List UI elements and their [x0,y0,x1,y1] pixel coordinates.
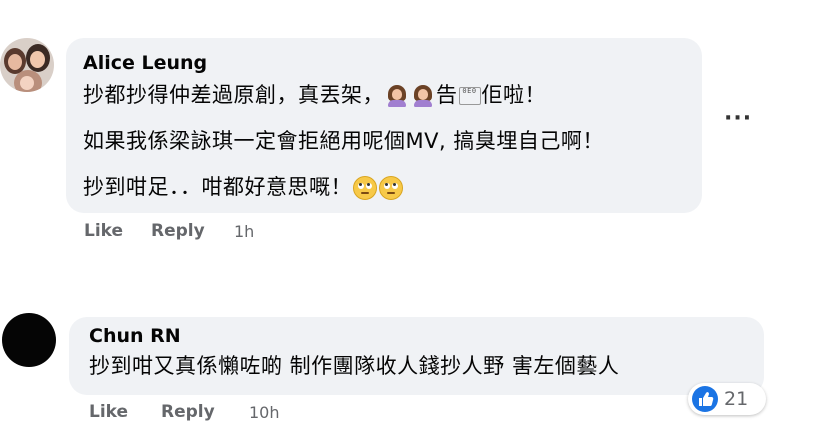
comment-bubble: Alice Leung 抄都抄得仲差過原創，真丟架，告 0E0 佢啦！ 如果我係梁詠… [66,38,702,213]
comment-text-line: 抄都抄得仲差過原創，真丟架，告 0E0 佢啦！ [83,83,546,107]
like-button[interactable]: Like [89,402,128,422]
missing-glyph-box: 0E0 [458,87,481,105]
reaction-count: 21 [724,388,749,410]
woman-facepalming-icon [386,85,408,107]
comment-timestamp[interactable]: 1h [234,222,254,242]
comment-timestamp[interactable]: 10h [249,403,280,423]
woman-facepalming-icon [412,85,434,107]
comment-text-line: 如果我係梁詠琪一定會拒絕用呢個MV, 搞臭埋自己啊！ [83,129,604,153]
more-options-icon[interactable]: ··· [724,108,751,130]
eye-roll-face-icon [379,176,403,200]
comment-author[interactable]: Alice Leung [83,52,207,74]
comment-author[interactable]: Chun RN [89,325,181,347]
avatar[interactable] [2,313,56,367]
reply-button[interactable]: Reply [161,402,215,422]
eye-roll-face-icon [353,176,377,200]
comment-bubble: Chun RN 抄到咁又真係懶咗啲 制作團隊收人錢抄人野 害左個藝人 [69,317,764,395]
reply-button[interactable]: Reply [151,221,205,241]
comment-text-line: 抄到咁又真係懶咗啲 制作團隊收人錢抄人野 害左個藝人 [89,354,620,378]
like-button[interactable]: Like [84,221,123,241]
avatar[interactable] [0,38,54,92]
comment-text-line: 抄到咁足．．咁都好意思嘅！ [83,174,404,200]
thumbs-up-icon [692,386,718,412]
reaction-summary[interactable]: 21 [688,383,766,415]
